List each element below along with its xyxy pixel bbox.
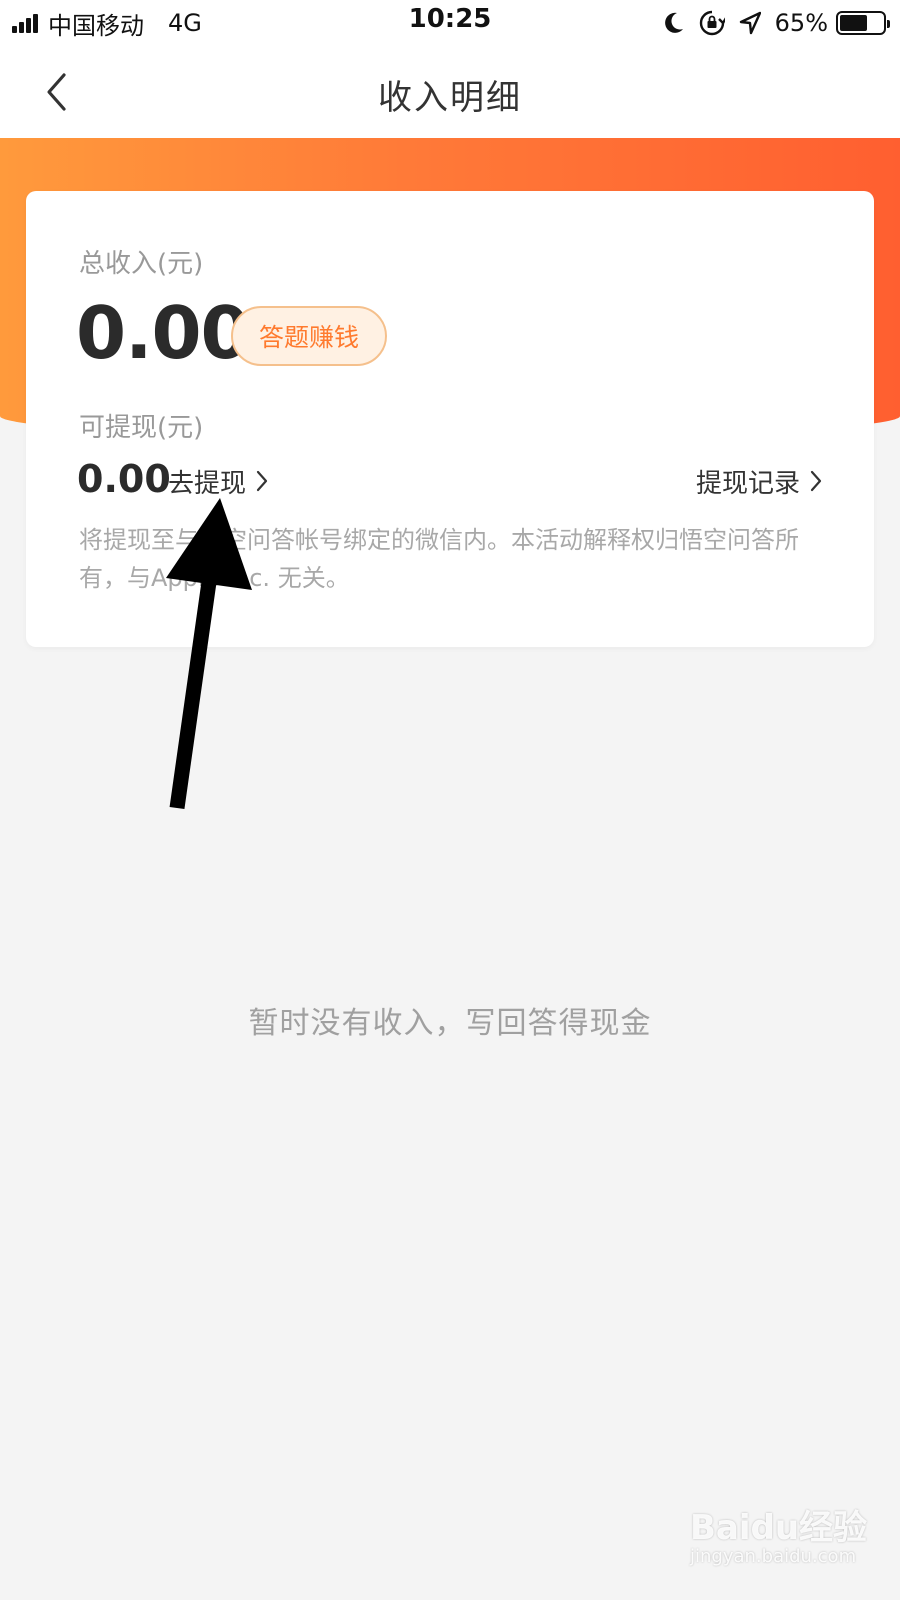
battery-percent: 65% <box>774 9 828 37</box>
earn-by-answering-button[interactable]: 答题赚钱 <box>231 306 387 366</box>
empty-state-message: 暂时没有收入，写回答得现金 <box>248 1006 652 1041</box>
withdraw-history-link[interactable]: 提现记录 <box>696 463 822 499</box>
withdraw-history-label: 提现记录 <box>695 468 800 499</box>
location-icon <box>739 11 761 35</box>
withdraw-notice: 将提现至与悟空问答帐号绑定的微信内。本活动解释权归悟空问答所有，与Apple I… <box>79 526 799 592</box>
go-withdraw-label: 去提现 <box>168 468 247 499</box>
status-bar: 中国移动 4G 10:25 65% <box>0 0 900 46</box>
battery-fill <box>840 15 868 31</box>
total-income-label: 总收入(元) <box>79 249 204 279</box>
chevron-right-icon <box>810 470 822 492</box>
moon-icon <box>664 12 683 33</box>
income-card: 总收入(元) 0.00 答题赚钱 可提现(元) 0.00 去提现 提现记录 将提… <box>26 191 874 647</box>
nav-bar: 收入明细 <box>0 46 900 138</box>
total-income-value: 0.00 <box>76 291 251 375</box>
watermark-url: jingyan.baidu.com <box>690 1546 857 1567</box>
withdrawable-label: 可提现(元) <box>79 413 204 443</box>
page-title: 收入明细 <box>378 78 522 118</box>
chevron-right-icon <box>256 470 268 492</box>
withdrawable-value: 0.00 <box>77 457 171 501</box>
rotation-lock-icon <box>699 10 725 36</box>
status-right: 65% <box>649 6 890 40</box>
baidu-jingyan-watermark: Baidu经验 jingyan.baidu.com <box>690 1500 890 1590</box>
go-withdraw-link[interactable]: 去提现 <box>168 463 268 499</box>
watermark-logo: Baidu经验 <box>690 1508 868 1548</box>
battery-icon <box>836 11 890 35</box>
